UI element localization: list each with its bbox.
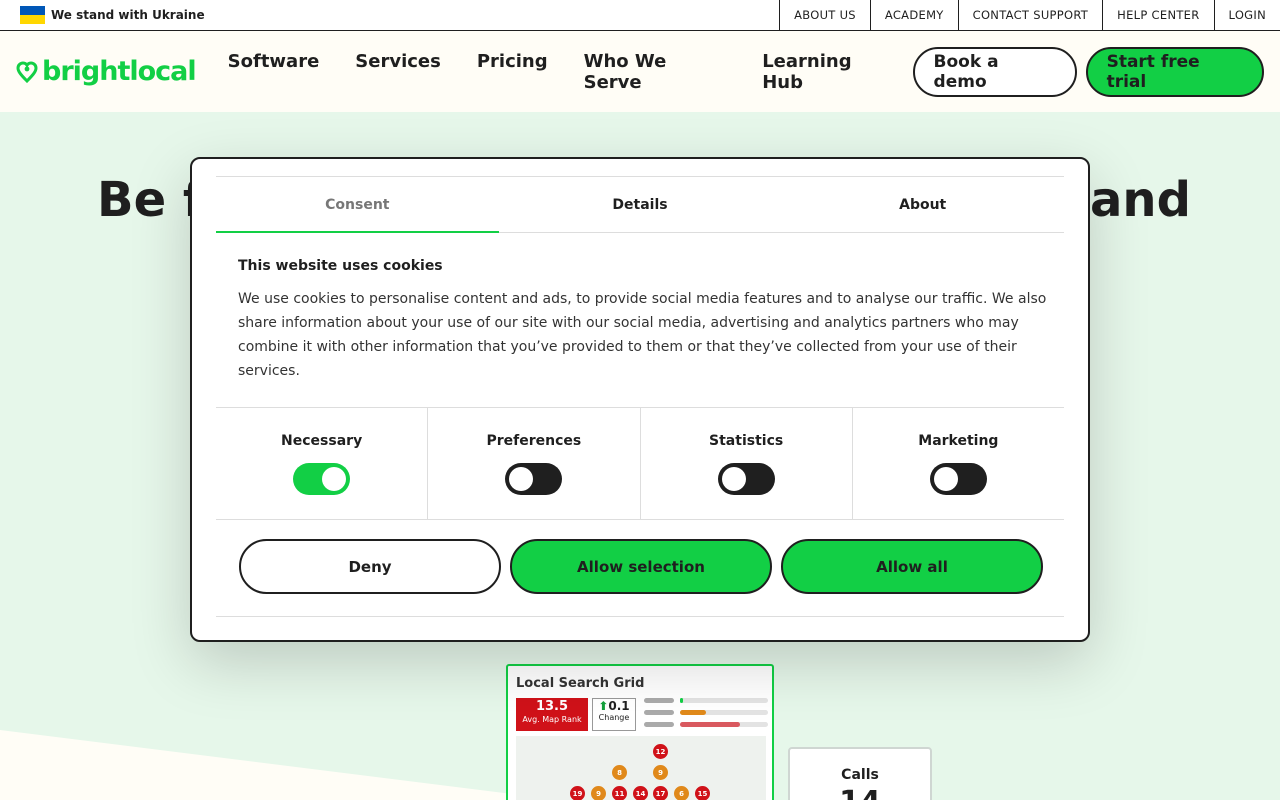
start-free-trial-button[interactable]: Start free trial <box>1085 46 1264 97</box>
logo-text: brightlocal <box>42 56 197 87</box>
nav-learning-hub[interactable]: Learning Hub <box>744 51 912 93</box>
logo[interactable]: brightlocal <box>0 56 210 87</box>
calls-card: Calls 14 <box>788 747 932 800</box>
hero-title-right: and <box>1090 172 1191 228</box>
map-pin: 19 <box>570 786 585 800</box>
tab-about[interactable]: About <box>781 177 1064 232</box>
arrow-up-icon: ⬆ <box>598 699 609 713</box>
toggle-preferences-cell: Preferences <box>428 408 641 519</box>
toggle-statistics-label: Statistics <box>709 433 784 449</box>
allow-selection-button[interactable]: Allow selection <box>510 539 772 594</box>
rank-bar <box>644 722 768 727</box>
change-value: 0.1 <box>608 699 630 713</box>
map-pin: 9 <box>591 786 606 800</box>
top-links: ABOUT US ACADEMY CONTACT SUPPORT HELP CE… <box>779 0 1280 31</box>
nav-software[interactable]: Software <box>210 51 338 93</box>
cookie-title: This website uses cookies <box>238 258 443 274</box>
rank-bars <box>644 698 768 734</box>
grid-card-title: Local Search Grid <box>516 676 645 691</box>
map-pin: 9 <box>653 765 668 780</box>
toggle-marketing-switch[interactable] <box>929 463 987 495</box>
calls-value: 14 <box>790 785 930 800</box>
book-demo-button[interactable]: Book a demo <box>912 46 1077 97</box>
toggle-marketing-label: Marketing <box>918 433 999 449</box>
map-pin: 15 <box>695 786 710 800</box>
main-nav: brightlocal Software Services Pricing Wh… <box>0 31 1280 112</box>
change-value-row: ⬆0.1 <box>593 699 635 713</box>
change-badge: ⬆0.1 Change <box>592 698 636 731</box>
login-link[interactable]: LOGIN <box>1213 0 1280 31</box>
avg-map-rank-value: 13.5 <box>535 699 569 714</box>
toggle-marketing-cell: Marketing <box>853 408 1064 519</box>
cookie-description: We use cookies to personalise content an… <box>238 291 1047 379</box>
cookie-actions: Deny Allow selection Allow all <box>239 539 1043 594</box>
rank-bar <box>644 698 768 703</box>
cookie-consent-dialog: Consent Details About This website uses … <box>190 157 1090 642</box>
nav-who-we-serve[interactable]: Who We Serve <box>566 51 745 93</box>
avg-map-rank-label: Avg. Map Rank <box>522 715 582 724</box>
divider <box>216 616 1064 617</box>
cookie-toggles: Necessary Preferences Statistics Marketi… <box>216 407 1064 520</box>
toggle-statistics-cell: Statistics <box>641 408 853 519</box>
location-heart-icon <box>16 60 38 83</box>
academy-link[interactable]: ACADEMY <box>869 0 958 31</box>
about-us-link[interactable]: ABOUT US <box>779 0 870 31</box>
local-search-grid-card: Local Search Grid 13.5 Avg. Map Rank ⬆0.… <box>506 664 774 800</box>
map-pin: 17 <box>653 786 668 800</box>
nav-links: Software Services Pricing Who We Serve L… <box>210 51 913 93</box>
calls-title: Calls <box>841 767 879 783</box>
cookie-tabs: Consent Details About <box>216 176 1064 233</box>
avg-map-rank-badge: 13.5 Avg. Map Rank <box>516 698 588 731</box>
map-pin: 11 <box>612 786 627 800</box>
toggle-preferences-switch[interactable] <box>505 463 563 495</box>
tab-consent[interactable]: Consent <box>216 177 499 233</box>
help-center-link[interactable]: HELP CENTER <box>1102 0 1213 31</box>
map-pin: 8 <box>612 765 627 780</box>
nav-services[interactable]: Services <box>337 51 459 93</box>
ukraine-flag-icon <box>20 6 45 24</box>
nav-buttons: Book a demo Start free trial <box>912 46 1280 97</box>
rank-bar <box>644 710 768 715</box>
toggle-necessary-switch[interactable] <box>293 463 351 495</box>
allow-all-button[interactable]: Allow all <box>781 539 1043 594</box>
nav-pricing[interactable]: Pricing <box>459 51 566 93</box>
decorative-wedge <box>0 730 560 800</box>
change-label: Change <box>598 713 630 722</box>
map-pin: 12 <box>653 744 668 759</box>
toggle-preferences-label: Preferences <box>486 433 582 449</box>
tab-details[interactable]: Details <box>499 177 782 232</box>
grid-map: 12 8 9 19 9 11 14 17 6 15 <box>516 736 766 800</box>
ukraine-banner[interactable]: We stand with Ukraine <box>0 6 205 24</box>
top-bar: We stand with Ukraine ABOUT US ACADEMY C… <box>0 0 1280 31</box>
map-pin: 6 <box>674 786 689 800</box>
deny-button[interactable]: Deny <box>239 539 501 594</box>
toggle-statistics-switch[interactable] <box>717 463 775 495</box>
contact-support-link[interactable]: CONTACT SUPPORT <box>957 0 1103 31</box>
ukraine-text: We stand with Ukraine <box>51 8 205 22</box>
toggle-necessary-cell: Necessary <box>216 408 429 519</box>
toggle-necessary-label: Necessary <box>281 433 363 449</box>
map-pin: 14 <box>633 786 648 800</box>
